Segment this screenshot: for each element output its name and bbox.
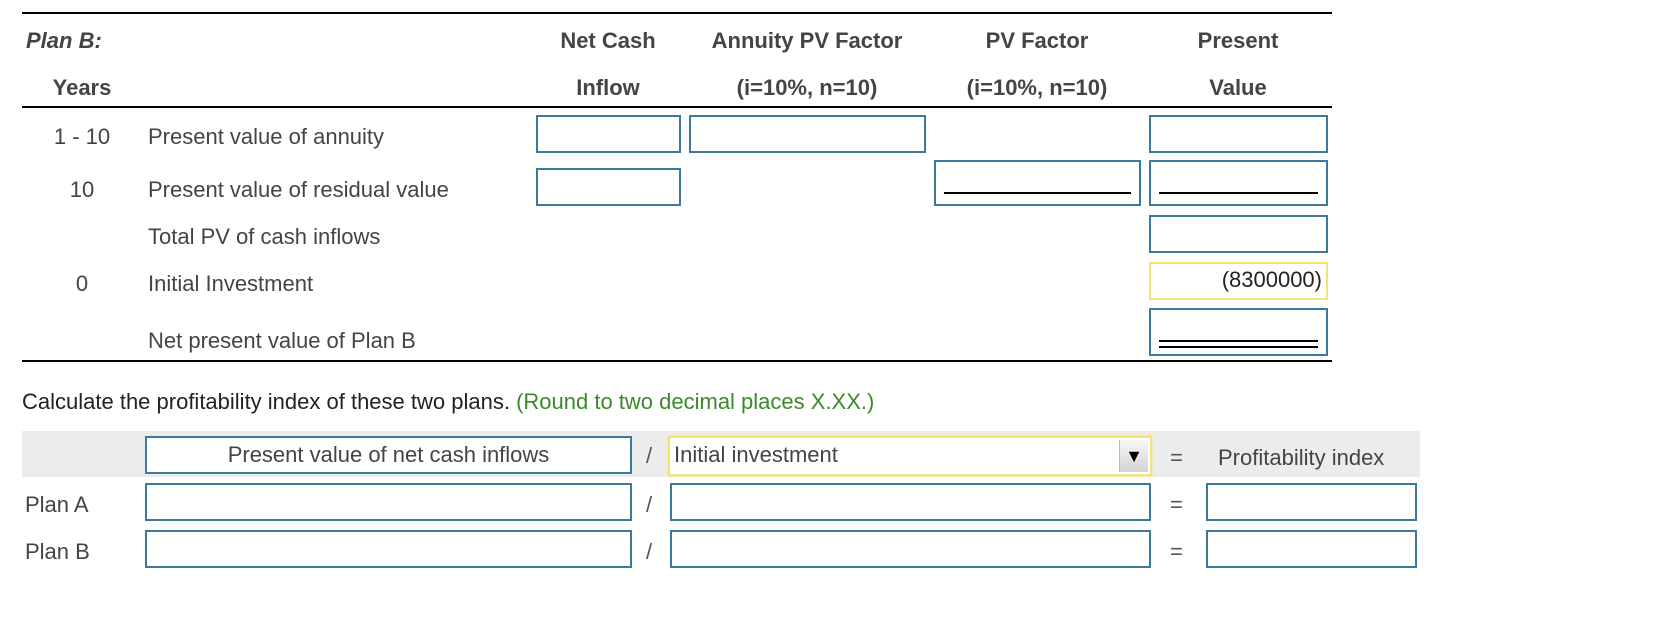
table-bottom-rule — [22, 360, 1332, 362]
equals-symbol: = — [1170, 539, 1183, 564]
row-label: Net present value of Plan B — [148, 328, 416, 353]
header-net-cash-2: Inflow — [576, 75, 640, 100]
plan-b-pi-input[interactable] — [1206, 530, 1417, 568]
total-pv-input[interactable] — [1149, 215, 1328, 253]
instruction-text: Calculate the profitability index of the… — [22, 389, 874, 415]
header-present-value-2: Value — [1209, 75, 1267, 100]
header-pv-factor-1: PV Factor — [985, 28, 1089, 53]
single-underline — [1159, 192, 1318, 194]
plan-a-pi-input[interactable] — [1206, 483, 1417, 521]
annuity-pv-factor-input[interactable] — [689, 115, 926, 153]
plan-a-investment-input[interactable] — [670, 483, 1151, 521]
denominator-selected-value: Initial investment — [674, 442, 838, 467]
plan-b-pv-input[interactable] — [145, 530, 632, 568]
row-label: Present value of residual value — [148, 177, 449, 202]
denominator-select[interactable]: Initial investment ▼ — [668, 436, 1152, 476]
instruction-main: Calculate the profitability index of the… — [22, 389, 517, 414]
row-label: Total PV of cash inflows — [148, 224, 381, 249]
residual-pv-factor-input[interactable] — [934, 160, 1141, 206]
header-annuity-pv-1: Annuity PV Factor — [711, 28, 903, 53]
dropdown-arrow-icon[interactable]: ▼ — [1119, 440, 1148, 472]
divide-symbol: / — [646, 492, 653, 517]
residual-net-cash-input[interactable] — [536, 168, 681, 206]
pi-row-label-plan-a: Plan A — [25, 492, 89, 517]
double-underline-bottom — [1159, 346, 1318, 348]
annuity-net-cash-input[interactable] — [536, 115, 681, 153]
plan-b-investment-input[interactable] — [670, 530, 1151, 568]
row-years: 1 - 10 — [53, 124, 111, 149]
divide-symbol: / — [646, 443, 653, 468]
row-label: Initial Investment — [148, 271, 314, 296]
header-pv-factor-2: (i=10%, n=10) — [966, 75, 1108, 100]
initial-investment-value[interactable]: (8300000) — [1149, 262, 1328, 300]
npv-input[interactable] — [1149, 308, 1328, 356]
annuity-present-value-input[interactable] — [1149, 115, 1328, 153]
pi-result-header: Profitability index — [1218, 445, 1385, 470]
row-label: Present value of annuity — [148, 124, 385, 149]
single-underline — [944, 192, 1131, 194]
plan-a-pv-input[interactable] — [145, 483, 632, 521]
pi-row-label-plan-b: Plan B — [25, 539, 90, 564]
equals-symbol: = — [1170, 445, 1183, 470]
residual-present-value-input[interactable] — [1149, 160, 1328, 206]
header-present-value-1: Present — [1197, 28, 1279, 53]
header-net-cash-1: Net Cash — [560, 28, 656, 53]
double-underline-top — [1159, 340, 1318, 342]
table-top-rule — [22, 12, 1332, 14]
header-bottom-rule — [22, 106, 1332, 108]
initial-investment-amount: (8300000) — [1221, 267, 1322, 292]
divide-symbol: / — [646, 539, 653, 564]
header-years: Years — [52, 75, 112, 100]
pi-numerator-header: Present value of net cash inflows — [145, 436, 632, 474]
row-years: 0 — [75, 271, 89, 296]
row-years: 10 — [69, 177, 95, 202]
plan-label: Plan B: — [26, 28, 102, 53]
equals-symbol: = — [1170, 492, 1183, 517]
header-annuity-pv-2: (i=10%, n=10) — [736, 75, 878, 100]
rounding-hint: (Round to two decimal places X.XX.) — [516, 389, 875, 414]
